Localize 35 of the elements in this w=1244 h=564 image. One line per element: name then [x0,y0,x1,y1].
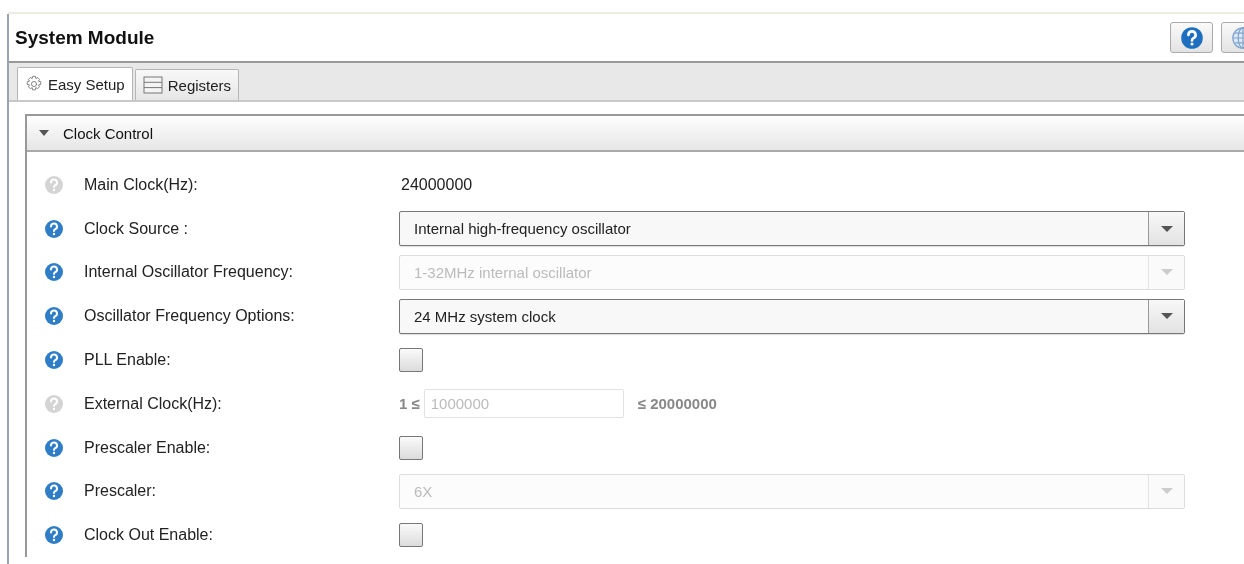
field-label: Oscillator Frequency Options: [84,307,296,326]
field-label: Prescaler: [84,482,158,501]
collapse-triangle-icon [39,129,49,137]
section-header[interactable]: Clock Control [27,114,1244,152]
caret-icon [1160,225,1173,232]
field-label: Prescaler Enable: [84,438,212,457]
checkbox[interactable] [399,435,423,460]
help-icon [1179,25,1204,50]
field-label: Main Clock(Hz): [84,175,199,194]
checkbox[interactable] [399,348,423,373]
field-label: Clock Source : [84,219,190,238]
field-label: External Clock(Hz): [84,394,223,413]
caret-icon [1160,488,1173,495]
list-icon [142,76,163,94]
help-button[interactable] [1170,22,1213,53]
gear-icon [25,75,43,93]
help-icon[interactable] [44,218,64,239]
help-icon[interactable] [44,437,64,458]
help-icon[interactable] [44,350,64,371]
tab[interactable]: Registers [134,69,240,100]
field-label: Clock Out Enable: [84,526,214,545]
help-icon[interactable] [44,306,64,327]
caret-icon [1160,269,1173,276]
field-label: PLL Enable: [84,351,172,370]
max-limit-text: ≤ 20000000 [637,395,717,413]
caret-icon [1160,313,1173,320]
window-title: System Module [15,26,156,49]
dropdown[interactable]: Internal high-frequency oscillator [399,211,1185,247]
min-limit-text: 1 ≤ [399,395,420,413]
value-text: 24000000 [400,175,473,194]
field-label: Internal Oscillator Frequency: [84,263,294,282]
dropdown[interactable]: 24 MHz system clock [399,298,1185,334]
checkbox[interactable] [399,523,423,548]
tab[interactable]: Easy Setup [17,67,133,100]
help-icon[interactable] [44,525,64,546]
